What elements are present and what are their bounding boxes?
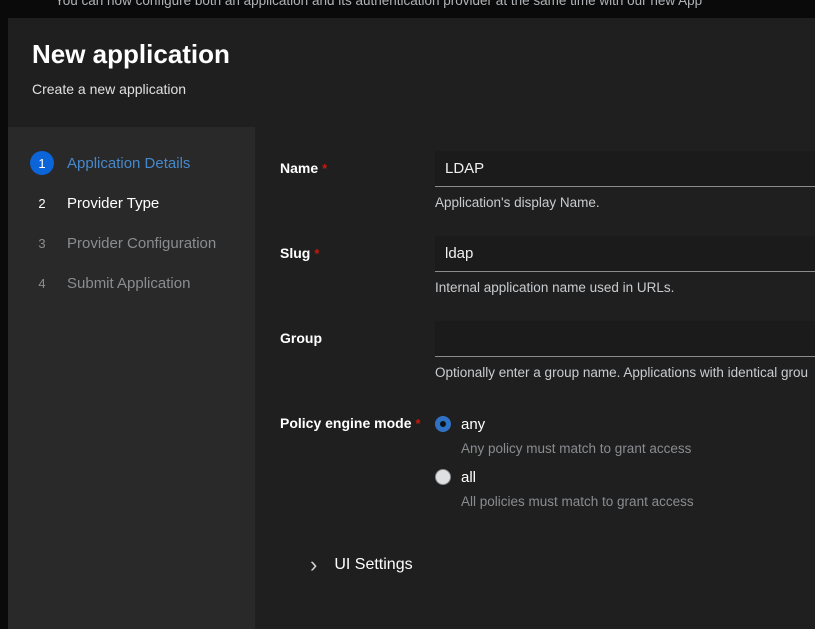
form-content: Name* Application's display Name. Slug* … <box>255 127 815 629</box>
step-number-badge: 1 <box>30 151 54 175</box>
modal-subtitle: Create a new application <box>32 81 791 97</box>
modal-header: New application Create a new application <box>8 18 815 127</box>
step-number-badge: 2 <box>30 191 54 215</box>
wizard-step-application-details[interactable]: 1 Application Details <box>8 143 255 183</box>
chevron-right-icon: › <box>310 556 317 574</box>
group-field-row: Group Optionally enter a group name. App… <box>280 321 815 380</box>
policy-option-any[interactable]: any <box>435 415 815 433</box>
new-application-modal: New application Create a new application… <box>8 18 815 629</box>
step-label: Provider Type <box>67 195 159 212</box>
wizard-steps-sidebar: 1 Application Details 2 Provider Type 3 … <box>8 127 255 629</box>
slug-field: Internal application name used in URLs. <box>435 236 815 295</box>
wizard-step-submit-application: 4 Submit Application <box>8 263 255 303</box>
radio-any-label: any <box>461 416 485 433</box>
slug-label: Slug* <box>280 236 435 295</box>
policy-engine-mode-row: Policy engine mode* any Any policy must … <box>280 415 815 521</box>
group-field: Optionally enter a group name. Applicati… <box>435 321 815 380</box>
radio-any-help-text: Any policy must match to grant access <box>461 441 815 456</box>
wizard-step-provider-configuration: 3 Provider Configuration <box>8 223 255 263</box>
modal-title: New application <box>32 40 791 69</box>
radio-all-help-text: All policies must match to grant access <box>461 494 815 509</box>
policy-engine-mode-label: Policy engine mode* <box>280 415 435 521</box>
modal-body: 1 Application Details 2 Provider Type 3 … <box>8 127 815 629</box>
slug-input[interactable] <box>435 236 815 272</box>
name-field: Application's display Name. <box>435 151 815 210</box>
radio-all-icon[interactable] <box>435 469 451 485</box>
required-asterisk: * <box>415 416 420 431</box>
policy-engine-mode-field: any Any policy must match to grant acces… <box>435 415 815 521</box>
step-number-badge: 3 <box>30 231 54 255</box>
name-label: Name* <box>280 151 435 210</box>
ui-settings-expander[interactable]: › UI Settings <box>310 556 413 574</box>
group-label: Group <box>280 321 435 380</box>
slug-field-row: Slug* Internal application name used in … <box>280 236 815 295</box>
step-number-badge: 4 <box>30 271 54 295</box>
step-label: Submit Application <box>67 275 190 292</box>
radio-all-label: all <box>461 469 476 486</box>
required-asterisk: * <box>322 161 327 176</box>
name-help-text: Application's display Name. <box>435 195 815 210</box>
policy-option-all[interactable]: all <box>435 468 815 486</box>
step-label: Provider Configuration <box>67 235 216 252</box>
info-banner: You can now configure both an applicatio… <box>55 0 702 8</box>
name-input[interactable] <box>435 151 815 187</box>
radio-any-icon[interactable] <box>435 416 451 432</box>
name-field-row: Name* Application's display Name. <box>280 151 815 210</box>
wizard-step-provider-type[interactable]: 2 Provider Type <box>8 183 255 223</box>
slug-help-text: Internal application name used in URLs. <box>435 280 815 295</box>
group-help-text: Optionally enter a group name. Applicati… <box>435 365 815 380</box>
ui-settings-label: UI Settings <box>334 556 412 574</box>
info-banner-text: You can now configure both an applicatio… <box>55 0 702 8</box>
step-label: Application Details <box>67 155 190 172</box>
required-asterisk: * <box>314 246 319 261</box>
group-input[interactable] <box>435 321 815 357</box>
